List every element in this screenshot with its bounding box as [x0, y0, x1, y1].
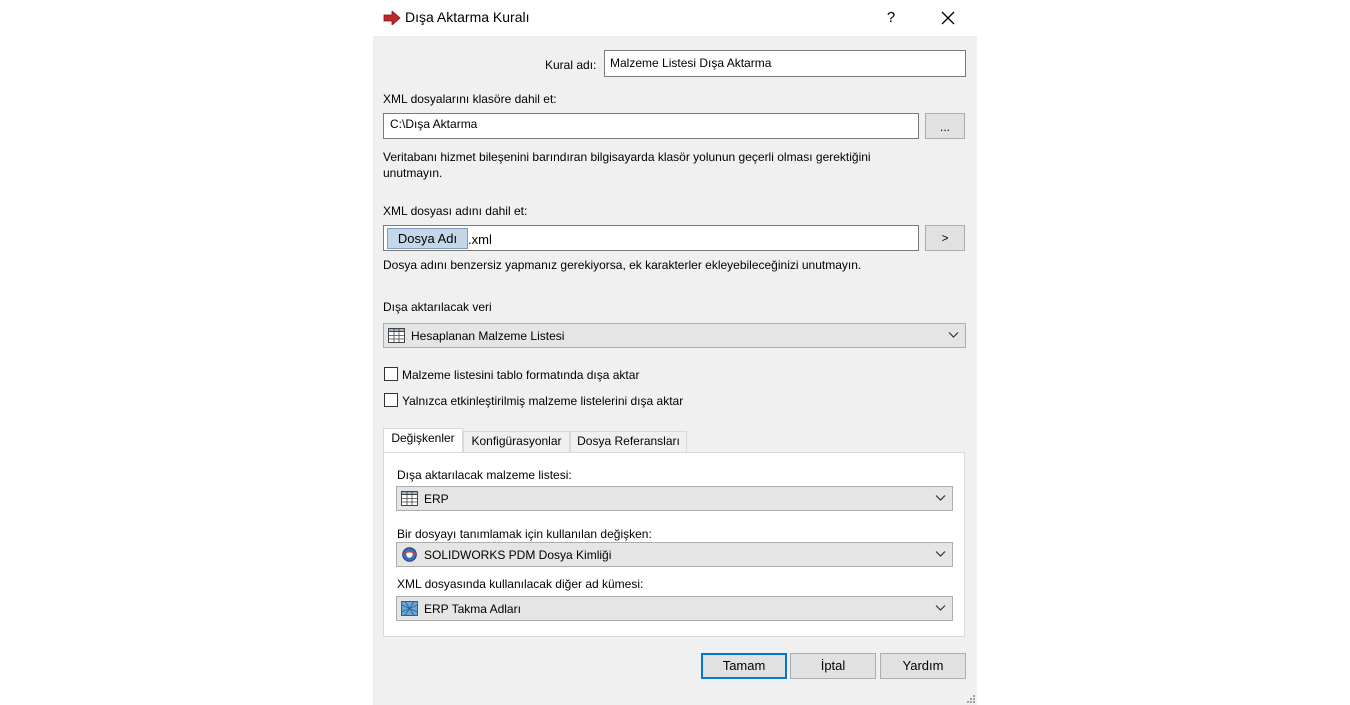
file-id-variable-dropdown[interactable]: SOLIDWORKS PDM Dosya Kimliği	[396, 542, 953, 567]
filename-suffix: .xml	[468, 232, 492, 247]
file-id-variable-label: Bir dosyayı tanımlamak için kullanılan d…	[397, 527, 652, 541]
chevron-down-icon	[935, 495, 946, 501]
export-enabled-only-label: Yalnızca etkinleştirilmiş malzeme listel…	[402, 394, 684, 408]
resize-grip-icon[interactable]	[966, 694, 976, 704]
export-data-selected: Hesaplanan Malzeme Listesi	[411, 329, 565, 343]
help-title-button[interactable]: ?	[879, 8, 903, 28]
dialog-body: Kural adı: Malzeme Listesi Dışa Aktarma …	[373, 36, 977, 705]
help-button[interactable]: Yardım	[880, 653, 966, 679]
tab-file-references[interactable]: Dosya Referansları	[570, 431, 687, 452]
browse-button[interactable]: ...	[925, 113, 965, 139]
window-title: Dışa Aktarma Kuralı	[405, 9, 530, 25]
export-data-dropdown[interactable]: Hesaplanan Malzeme Listesi	[383, 323, 966, 348]
folder-note: Veritabanı hizmet bileşenini barındıran …	[383, 150, 871, 180]
export-table-format-checkbox[interactable]	[384, 367, 398, 381]
export-table-format-label: Malzeme listesini tablo formatında dışa …	[402, 368, 640, 382]
title-bar: Dışa Aktarma Kuralı ?	[373, 0, 977, 36]
export-data-label: Dışa aktarılacak veri	[383, 300, 492, 314]
chevron-down-icon	[948, 332, 959, 338]
file-id-variable-selected: SOLIDWORKS PDM Dosya Kimliği	[424, 548, 612, 562]
cancel-button[interactable]: İptal	[790, 653, 876, 679]
filename-label: XML dosyası adını dahil et:	[383, 204, 528, 218]
tab-configurations[interactable]: Konfigürasyonlar	[463, 431, 570, 452]
export-arrow-icon	[383, 11, 401, 25]
filename-input[interactable]: Dosya Adı .xml	[383, 225, 919, 251]
table-icon	[401, 491, 418, 506]
rule-name-label: Kural adı:	[545, 58, 597, 72]
chevron-down-icon	[935, 551, 946, 557]
close-icon[interactable]	[936, 6, 960, 30]
bom-selected: ERP	[424, 492, 449, 506]
rule-name-input[interactable]: Malzeme Listesi Dışa Aktarma	[604, 50, 966, 77]
ok-button[interactable]: Tamam	[701, 653, 787, 679]
tab-variables[interactable]: Değişkenler	[383, 428, 463, 453]
alias-set-label: XML dosyasında kullanılacak diğer ad küm…	[397, 577, 644, 591]
folder-input[interactable]: C:\Dışa Aktarma	[383, 113, 919, 139]
export-enabled-only-checkbox[interactable]	[384, 393, 398, 407]
filename-token[interactable]: Dosya Adı	[387, 228, 468, 249]
alias-set-selected: ERP Takma Adları	[424, 602, 521, 616]
folder-label: XML dosyalarını klasöre dahil et:	[383, 92, 557, 106]
variables-panel: Dışa aktarılacak malzeme listesi: ERP Bi…	[383, 452, 965, 637]
bom-label: Dışa aktarılacak malzeme listesi:	[397, 468, 572, 482]
table-icon	[388, 328, 405, 343]
alias-set-icon	[401, 601, 418, 616]
insert-variable-button[interactable]: >	[925, 225, 965, 251]
bom-dropdown[interactable]: ERP	[396, 486, 953, 511]
alias-set-dropdown[interactable]: ERP Takma Adları	[396, 596, 953, 621]
filename-note: Dosya adını benzersiz yapmanız gerekiyor…	[383, 258, 862, 272]
chevron-down-icon	[935, 605, 946, 611]
pdm-variable-icon	[402, 547, 417, 562]
